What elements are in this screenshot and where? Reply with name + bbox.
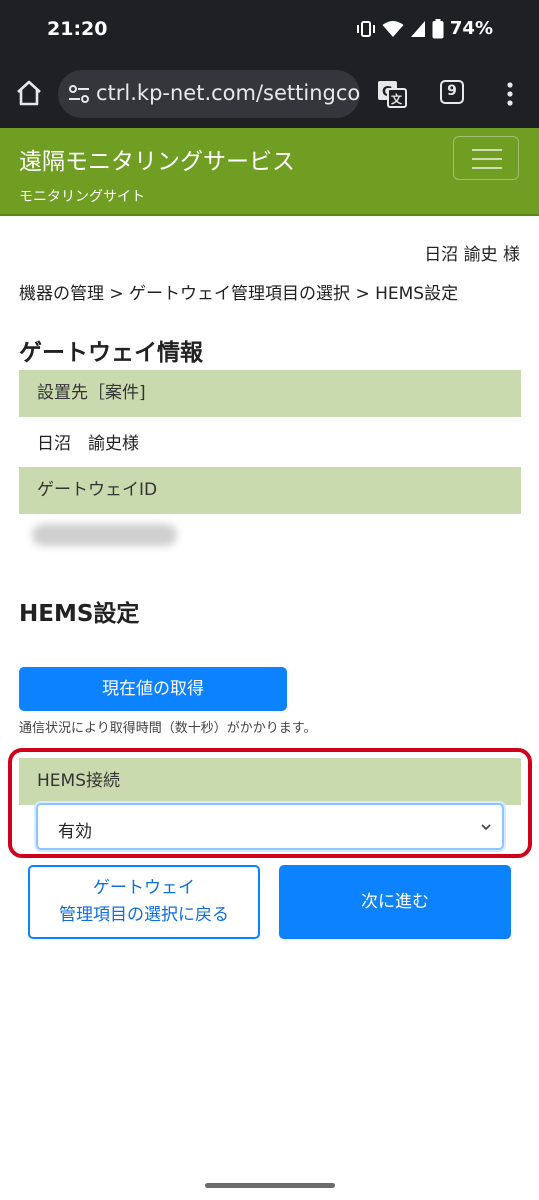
tab-count: 9 — [447, 83, 457, 99]
gateway-info-title: ゲートウェイ情報 — [19, 340, 203, 366]
status-icons: 74% — [356, 18, 493, 39]
hamburger-menu-button[interactable] — [453, 136, 519, 180]
hems-connection-select[interactable]: 有効 — [36, 803, 504, 850]
address-bar[interactable]: ctrl.kp-net.com/settingcor — [58, 70, 360, 118]
gateway-id-value-blurred — [32, 524, 177, 546]
back-button-line1: ゲートウェイ — [93, 877, 195, 898]
menu-line-icon — [472, 158, 502, 160]
fetch-current-value-button[interactable]: 現在値の取得 — [19, 667, 287, 711]
back-button-line2: 管理項目の選択に戻る — [59, 905, 229, 925]
location-value: 日沼 諭史様 — [37, 434, 139, 454]
hems-connection-label: HEMS接続 — [19, 758, 521, 805]
fetch-note: 通信状況により取得時間（数十秒）がかかります。 — [19, 721, 317, 736]
svg-text:文: 文 — [391, 92, 403, 106]
tabs-icon[interactable]: 9 — [440, 80, 464, 104]
battery-icon — [432, 18, 444, 38]
next-button[interactable]: 次に進む — [279, 865, 511, 939]
app-header: 遠隔モニタリングサービス モニタリングサイト — [0, 128, 539, 216]
signal-icon — [410, 20, 425, 37]
app-title[interactable]: 遠隔モニタリングサービス — [19, 142, 295, 176]
menu-line-icon — [472, 167, 502, 169]
hems-settings-title: HEMS設定 — [19, 601, 140, 627]
site-settings-icon[interactable] — [68, 84, 90, 104]
back-to-gateway-items-button[interactable]: ゲートウェイ 管理項目の選択に戻る — [28, 865, 260, 939]
chevron-down-icon — [481, 824, 491, 831]
translate-icon[interactable]: G 文 — [377, 80, 407, 108]
status-bar: 21:20 74% — [0, 0, 539, 60]
gesture-home-indicator[interactable] — [205, 1183, 335, 1188]
status-time: 21:20 — [47, 18, 108, 40]
user-name: 日沼 諭史 様 — [424, 245, 520, 265]
battery-percent: 74% — [449, 18, 493, 39]
location-label: 設置先［案件] — [19, 370, 521, 417]
breadcrumb: 機器の管理 > ゲートウェイ管理項目の選択 > HEMS設定 — [19, 284, 459, 304]
hems-connection-value: 有効 — [58, 822, 92, 842]
home-icon[interactable] — [14, 78, 44, 108]
more-menu-icon[interactable] — [500, 79, 520, 109]
wifi-icon — [382, 20, 404, 37]
url-text[interactable]: ctrl.kp-net.com/settingcor — [96, 81, 360, 105]
app-subtitle: モニタリングサイト — [19, 189, 145, 205]
menu-line-icon — [472, 149, 502, 151]
gateway-id-label: ゲートウェイID — [19, 467, 521, 514]
vibrate-icon — [356, 20, 375, 37]
browser-toolbar: ctrl.kp-net.com/settingcor G 文 9 — [0, 60, 539, 128]
